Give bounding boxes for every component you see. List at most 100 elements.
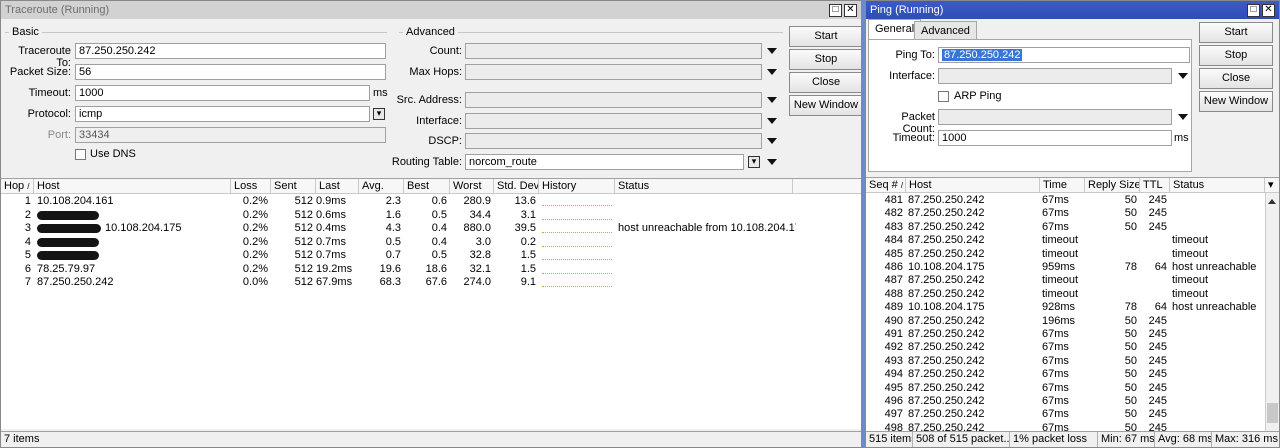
interface-dropdown-icon[interactable] (1178, 73, 1188, 79)
cell-seq: 492 (884, 341, 903, 354)
col-std-dev[interactable]: Std. Dev. (494, 179, 539, 194)
cell-seq: 490 (884, 314, 903, 327)
traceroute-titlebar[interactable]: Traceroute (Running) □ ✕ (1, 1, 861, 19)
cell-size (1085, 234, 1140, 247)
max-hops-dropdown-icon[interactable] (767, 69, 777, 75)
cell-host: 87.250.250.242 (908, 328, 985, 340)
interface-input[interactable] (938, 68, 1172, 84)
port-input[interactable]: 33434 (75, 127, 386, 143)
cell-loss: 0.0% (242, 276, 268, 288)
cell-time: 67ms (1042, 328, 1069, 340)
dscp-dropdown-icon[interactable] (767, 138, 777, 144)
stop-button[interactable]: Stop (789, 49, 861, 70)
arp-ping-checkbox[interactable] (938, 91, 949, 102)
interface-dropdown-icon[interactable] (767, 118, 777, 124)
close-button[interactable]: Close (789, 72, 861, 93)
new-window-button[interactable]: New Window (789, 95, 861, 116)
protocol-select[interactable]: icmp (75, 106, 370, 122)
count-input[interactable] (465, 43, 762, 59)
cell-time: 67ms (1042, 207, 1069, 220)
routing-table-arrow-icon[interactable] (767, 159, 777, 165)
cell-host: 10.108.204.161 (37, 195, 114, 207)
col-ttl[interactable]: TTL (1140, 178, 1170, 193)
packet-size-label: Packet Size: (9, 66, 71, 78)
close-button[interactable]: Close (1199, 68, 1273, 89)
close-icon[interactable]: ✕ (844, 3, 857, 17)
cell-sent: 512 (294, 262, 313, 275)
col-loss[interactable]: Loss (231, 179, 271, 194)
timeout-label: Timeout: (892, 132, 935, 144)
columns-menu-icon[interactable]: ▾ (1265, 178, 1279, 193)
cell-seq: 487 (884, 274, 903, 287)
cell-hop: 2 (24, 208, 31, 221)
col-host[interactable]: Host (34, 179, 231, 194)
ping-statusbar: 515 items 508 of 515 packet... 1% packet… (866, 431, 1279, 447)
cell-sent: 512 (294, 195, 313, 207)
col-sent[interactable]: Sent (271, 179, 316, 194)
routing-table-select[interactable]: norcom_route (465, 154, 744, 170)
cell-worst: 880.0 (463, 222, 491, 234)
scroll-up-icon[interactable] (1268, 199, 1276, 204)
col-seq[interactable]: Seq # / (866, 178, 906, 193)
col-status[interactable]: Status (615, 179, 793, 194)
interface-input[interactable] (465, 113, 762, 129)
cell-time: 959ms (1042, 261, 1076, 273)
count-dropdown-icon[interactable] (767, 48, 777, 54)
cell-seq: 495 (884, 381, 903, 394)
packet-size-input[interactable]: 56 (75, 64, 386, 80)
stop-button[interactable]: Stop (1199, 45, 1273, 66)
cell-size: 50 (1124, 314, 1137, 327)
traceroute-to-input[interactable]: 87.250.250.242 (75, 43, 386, 59)
cell-worst: 274.0 (463, 276, 491, 288)
timeout-input[interactable]: 1000 (938, 130, 1172, 146)
col-worst[interactable]: Worst (450, 179, 494, 194)
col-history[interactable]: History (539, 179, 615, 194)
cell-status: host unreachable (1172, 261, 1257, 273)
ping-to-input[interactable]: 87.250.250.242 (938, 47, 1190, 63)
maximize-icon[interactable]: □ (829, 3, 842, 17)
new-window-button[interactable]: New Window (1199, 91, 1273, 112)
use-dns-checkbox[interactable] (75, 149, 86, 160)
cell-time: timeout (1042, 274, 1079, 287)
close-icon[interactable]: ✕ (1262, 3, 1275, 17)
col-status[interactable]: Status (1170, 178, 1265, 193)
col-best[interactable]: Best (404, 179, 450, 194)
packet-count-input[interactable] (938, 109, 1172, 125)
scroll-thumb[interactable] (1267, 403, 1278, 423)
maximize-icon[interactable]: □ (1247, 3, 1260, 17)
cell-loss: 0.2% (242, 249, 268, 261)
src-address-dropdown-icon[interactable] (767, 97, 777, 103)
col-avg[interactable]: Avg. (359, 179, 404, 194)
cell-status: timeout (1172, 234, 1209, 247)
cell-loss: 0.2% (242, 262, 268, 275)
cell-size (1085, 288, 1140, 301)
general-panel: Ping To: 87.250.250.242 Interface: ARP P… (868, 39, 1192, 172)
ping-titlebar[interactable]: Ping (Running) □ ✕ (866, 1, 1279, 19)
col-hop[interactable]: Hop / (1, 179, 34, 194)
history-bar (542, 225, 612, 233)
history-bar (542, 266, 612, 274)
start-button[interactable]: Start (789, 26, 861, 47)
packet-count-dropdown-icon[interactable] (1178, 114, 1188, 120)
col-reply-size[interactable]: Reply Size (1085, 178, 1140, 193)
col-last[interactable]: Last (316, 179, 359, 194)
col-host[interactable]: Host (906, 178, 1040, 193)
start-button[interactable]: Start (1199, 22, 1273, 43)
cell-seq: 496 (884, 395, 903, 407)
src-address-input[interactable] (465, 92, 762, 108)
tab-advanced[interactable]: Advanced (914, 21, 977, 40)
col-time[interactable]: Time (1040, 178, 1085, 193)
cell-hop: 1 (24, 195, 31, 207)
sort-icon: / (27, 182, 30, 191)
dscp-input[interactable] (465, 133, 762, 149)
col-blank (793, 179, 861, 194)
sort-icon: / (900, 181, 904, 190)
ping-scrollbar[interactable] (1265, 193, 1279, 431)
cell-std: 39.5 (514, 222, 536, 234)
max-hops-input[interactable] (465, 64, 762, 80)
cell-status: timeout (1172, 247, 1209, 260)
timeout-input[interactable]: 1000 (75, 85, 370, 101)
cell-seq: 485 (884, 247, 903, 260)
routing-table-dropdown-icon[interactable]: ▾ (748, 156, 760, 168)
cell-ttl: 245 (1148, 194, 1167, 206)
